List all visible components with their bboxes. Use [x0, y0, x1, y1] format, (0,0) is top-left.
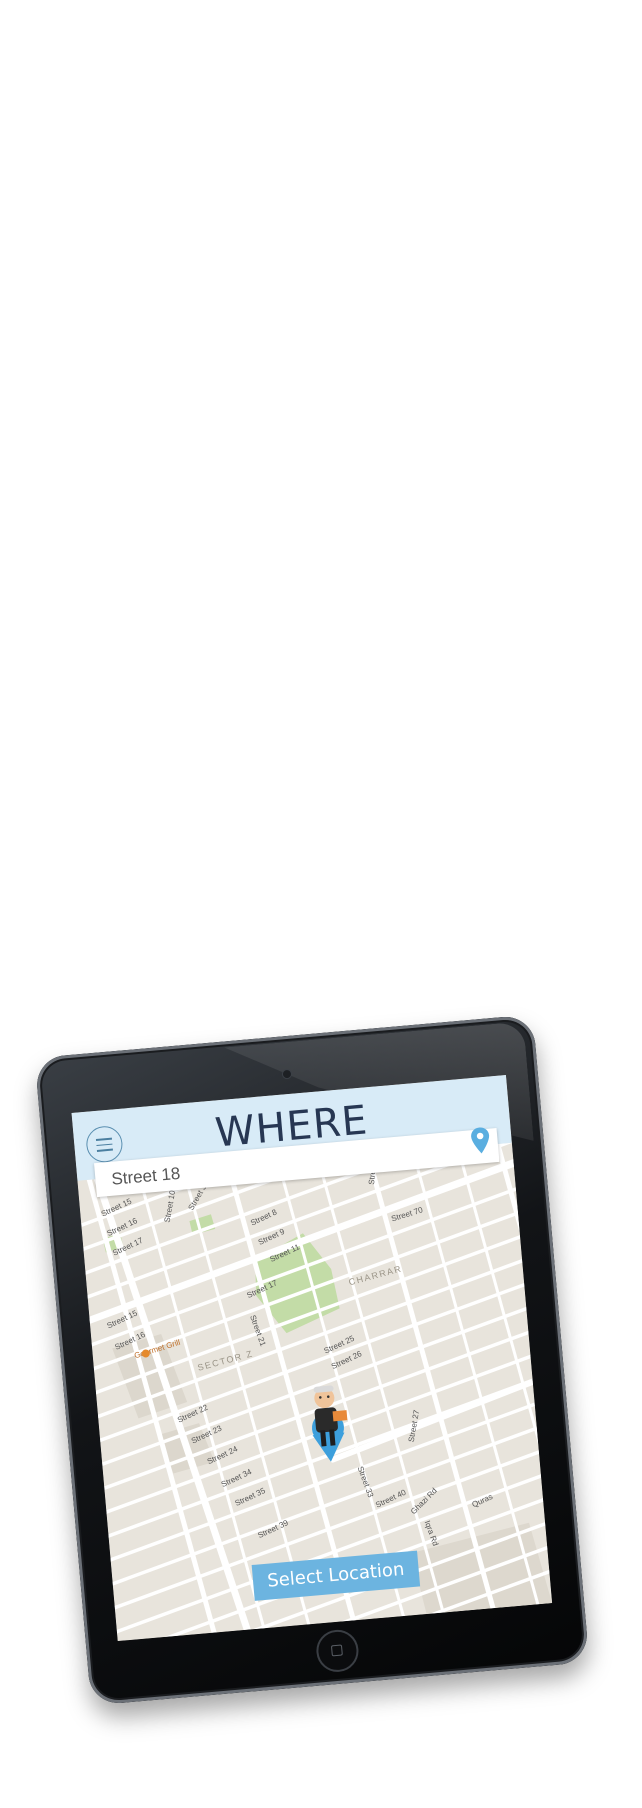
tablet-device: WHERE Street 18 Street 15 Street 16 Stre…	[34, 1014, 590, 1706]
home-square-icon	[330, 1644, 343, 1657]
location-pin-icon[interactable]	[468, 1125, 493, 1157]
courier-marker-icon[interactable]	[296, 1380, 359, 1465]
front-camera	[281, 1068, 293, 1080]
home-button[interactable]	[314, 1628, 361, 1674]
scene: WHERE Street 18 Street 15 Street 16 Stre…	[0, 0, 642, 1808]
app-screen: WHERE Street 18 Street 15 Street 16 Stre…	[71, 1075, 553, 1641]
